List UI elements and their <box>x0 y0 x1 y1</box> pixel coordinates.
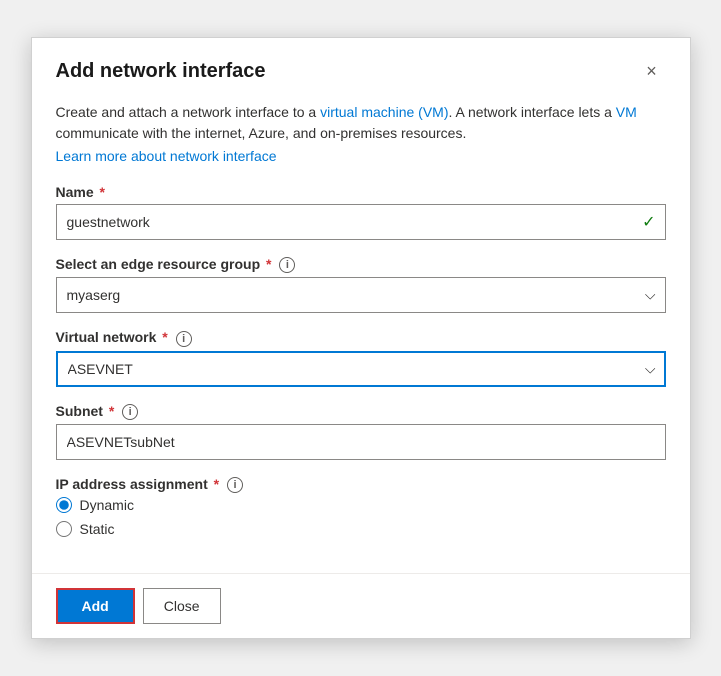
edge-resource-group-input-wrapper: myaserg ⌵ <box>56 277 666 313</box>
description-text: Create and attach a network interface to… <box>56 102 666 144</box>
virtual-network-select[interactable]: ASEVNET <box>56 351 666 387</box>
add-button[interactable]: Add <box>56 588 135 624</box>
subnet-info-icon[interactable]: i <box>122 404 138 420</box>
ip-assignment-group: IP address assignment * i Dynamic Static <box>56 476 666 537</box>
dialog-body: Create and attach a network interface to… <box>32 102 690 573</box>
radio-dynamic-input[interactable] <box>56 497 72 513</box>
virtual-network-input-wrapper: ASEVNET ⌵ <box>56 351 666 387</box>
radio-static-option[interactable]: Static <box>56 521 666 537</box>
edge-resource-group-field-group: Select an edge resource group * i myaser… <box>56 256 666 313</box>
edge-resource-group-info-icon[interactable]: i <box>279 257 295 273</box>
ip-assignment-info-icon[interactable]: i <box>227 477 243 493</box>
virtual-network-field-group: Virtual network * i ASEVNET ⌵ <box>56 329 666 386</box>
subnet-label: Subnet * i <box>56 403 666 420</box>
dialog: Add network interface × Create and attac… <box>31 37 691 639</box>
learn-more-link[interactable]: Learn more about network interface <box>56 148 666 164</box>
edge-resource-group-required: * <box>262 256 271 272</box>
name-required: * <box>96 184 105 200</box>
dialog-close-button[interactable]: × <box>638 58 666 86</box>
edge-resource-group-select[interactable]: myaserg <box>56 277 666 313</box>
name-input[interactable] <box>56 204 666 240</box>
radio-static-input[interactable] <box>56 521 72 537</box>
close-button[interactable]: Close <box>143 588 221 624</box>
edge-resource-group-label: Select an edge resource group * i <box>56 256 666 273</box>
name-input-wrapper: ✓ <box>56 204 666 240</box>
subnet-field-group: Subnet * i <box>56 403 666 460</box>
name-label: Name * <box>56 184 666 200</box>
ip-assignment-label: IP address assignment * i <box>56 476 666 493</box>
dialog-footer: Add Close <box>32 573 690 638</box>
radio-static-label: Static <box>80 521 115 537</box>
vm-link-2[interactable]: VM <box>616 104 637 120</box>
name-field-group: Name * ✓ <box>56 184 666 240</box>
virtual-network-required: * <box>158 329 167 345</box>
radio-dynamic-label: Dynamic <box>80 497 134 513</box>
subnet-input[interactable] <box>56 424 666 460</box>
dialog-overlay: Add network interface × Create and attac… <box>0 0 721 676</box>
virtual-network-label: Virtual network * i <box>56 329 666 346</box>
virtual-network-info-icon[interactable]: i <box>176 331 192 347</box>
subnet-required: * <box>105 403 114 419</box>
dialog-title: Add network interface <box>56 60 266 83</box>
subnet-input-wrapper <box>56 424 666 460</box>
check-icon: ✓ <box>642 212 655 232</box>
radio-dynamic-option[interactable]: Dynamic <box>56 497 666 513</box>
vm-link-1[interactable]: virtual machine (VM) <box>320 104 448 120</box>
ip-assignment-required: * <box>210 476 219 492</box>
dialog-header: Add network interface × <box>32 38 690 102</box>
